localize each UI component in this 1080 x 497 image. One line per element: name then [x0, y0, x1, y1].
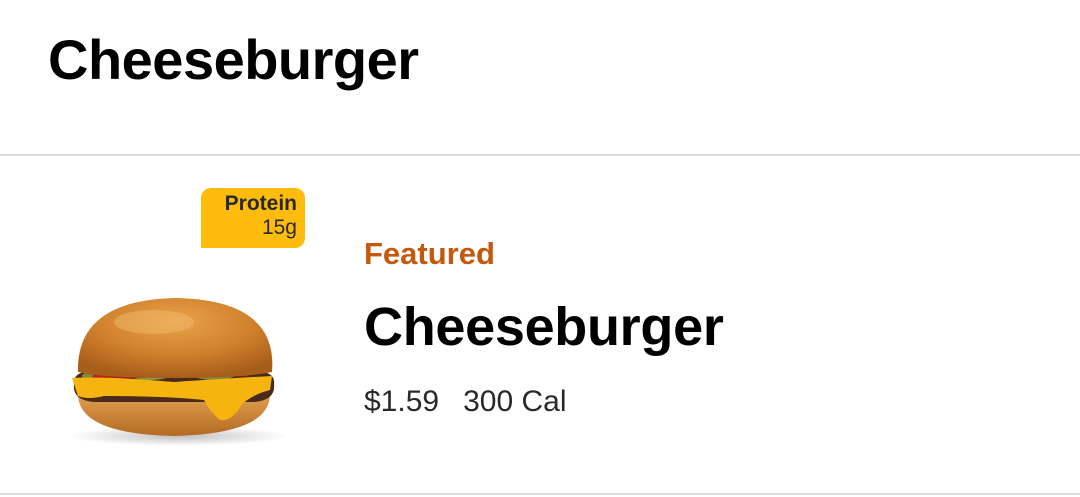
protein-badge-label: Protein — [224, 192, 297, 215]
protein-badge-value: 15g — [261, 216, 297, 239]
menu-item-card[interactable]: Protein 15g Featured Cheeseburger $1.59 … — [0, 156, 1080, 493]
item-calories: 300 Cal — [463, 385, 567, 418]
cheeseburger-image — [69, 298, 289, 446]
page-title: Cheeseburger — [48, 28, 419, 91]
protein-badge: Protein 15g — [201, 188, 305, 248]
menu-page: Cheeseburger Protein 15g Featured Cheese… — [0, 0, 1080, 497]
featured-tag: Featured — [364, 236, 495, 271]
item-name: Cheeseburger — [364, 297, 724, 357]
divider — [0, 493, 1080, 495]
item-price: $1.59 — [364, 385, 440, 418]
item-meta: $1.59 300 Cal — [364, 382, 566, 422]
